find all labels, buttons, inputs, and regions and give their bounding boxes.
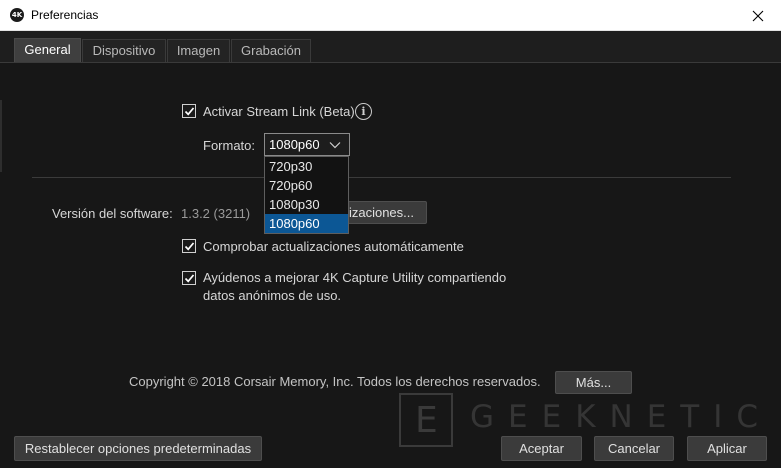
tab-imagen[interactable]: Imagen	[167, 39, 230, 62]
format-select-value: 1080p60	[269, 137, 320, 152]
accept-button[interactable]: Aceptar	[501, 436, 582, 461]
checkmark-icon	[184, 242, 195, 251]
usage-data-checkbox[interactable]	[182, 271, 196, 285]
watermark-letter: E	[415, 400, 438, 441]
panel-edge	[0, 100, 2, 172]
auto-update-checkbox[interactable]	[182, 239, 196, 253]
close-button[interactable]	[735, 0, 781, 31]
app-logo-icon: 4K	[10, 8, 24, 22]
apply-button[interactable]: Aplicar	[687, 436, 767, 461]
stream-link-label: Activar Stream Link (Beta)	[203, 104, 355, 119]
info-icon[interactable]: i	[355, 103, 372, 120]
format-option-1080p60[interactable]: 1080p60	[265, 214, 348, 233]
checkmark-icon	[184, 274, 195, 283]
format-select[interactable]: 1080p60	[264, 133, 350, 156]
software-version-value: 1.3.2 (3211)	[181, 206, 251, 221]
tab-dispositivo[interactable]: Dispositivo	[82, 39, 166, 62]
more-button[interactable]: Más...	[555, 371, 632, 394]
format-option-720p60[interactable]: 720p60	[265, 176, 348, 195]
tab-general[interactable]: General	[14, 38, 81, 62]
watermark-logo: E	[399, 393, 453, 447]
section-divider	[32, 177, 731, 178]
cancel-button[interactable]: Cancelar	[594, 436, 674, 461]
format-option-720p30[interactable]: 720p30	[265, 157, 348, 176]
window-title: Preferencias	[31, 8, 99, 22]
reset-defaults-button[interactable]: Restablecer opciones predeterminadas	[14, 436, 262, 461]
chevron-down-icon	[329, 142, 341, 149]
usage-data-label-line1: Ayúdenos a mejorar 4K Capture Utility co…	[203, 270, 507, 285]
watermark-text: GEEKNETIC	[470, 399, 773, 435]
title-bar: 4K Preferencias	[0, 0, 781, 31]
software-version-label: Versión del software:	[52, 206, 173, 221]
checkmark-icon	[184, 107, 195, 116]
format-option-1080p30[interactable]: 1080p30	[265, 195, 348, 214]
close-icon	[752, 10, 764, 21]
format-label: Formato:	[203, 138, 256, 153]
format-dropdown-list: 720p30 720p60 1080p30 1080p60	[264, 156, 349, 234]
tab-strip: General Dispositivo Imagen Grabación	[0, 31, 781, 62]
stream-link-checkbox[interactable]	[182, 104, 196, 118]
copyright-text: Copyright © 2018 Corsair Memory, Inc. To…	[129, 374, 541, 389]
usage-data-label-line2: datos anónimos de uso.	[203, 288, 342, 303]
tab-grabacion[interactable]: Grabación	[231, 39, 311, 62]
auto-update-label: Comprobar actualizaciones automáticament…	[203, 239, 464, 254]
